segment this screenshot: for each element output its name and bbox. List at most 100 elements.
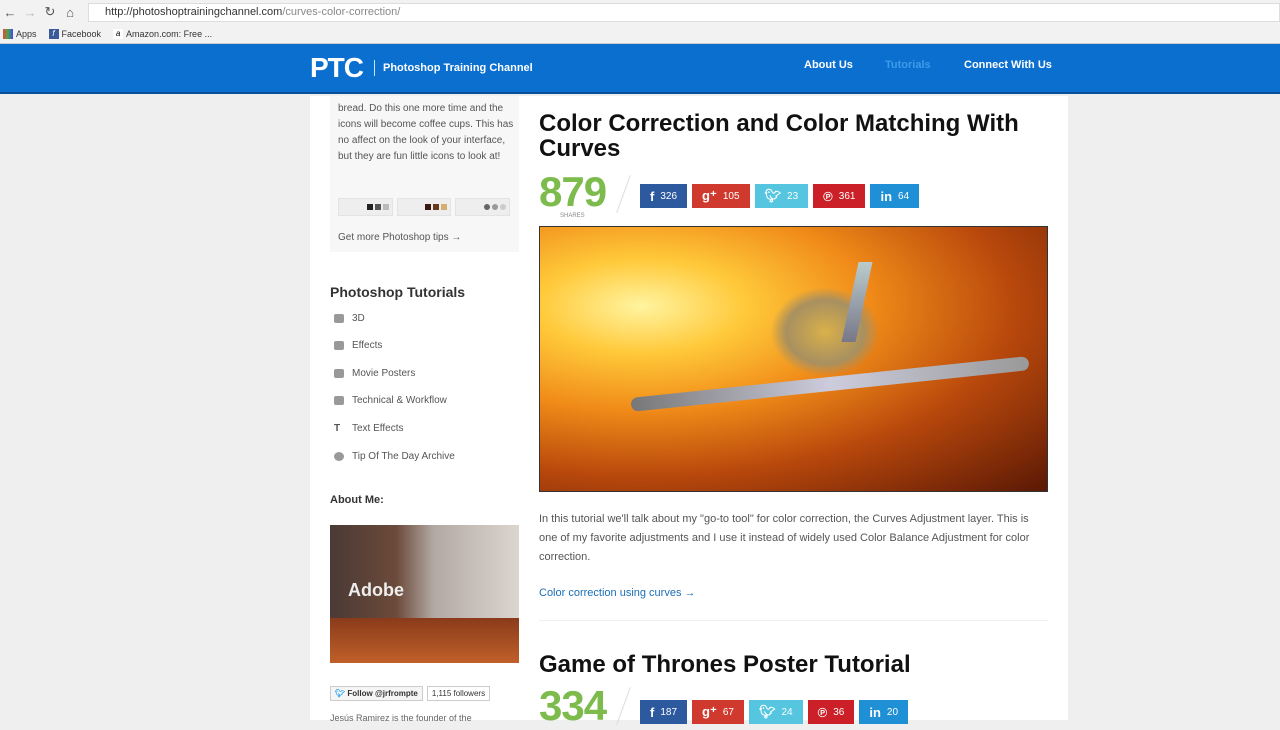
facebook-share-button[interactable]: f 187	[640, 700, 688, 724]
page-content: bread. Do this one more time and the ico…	[310, 96, 1068, 729]
category-label: Movie Posters	[352, 368, 416, 379]
pinterest-icon: ℗	[817, 704, 828, 720]
social-buttons: f 326 g⁺ 105 🐦︎ 23 ℗ 361 in 64	[640, 184, 920, 208]
text-icon: T	[334, 423, 341, 434]
back-icon[interactable]: ←	[0, 5, 20, 20]
facebook-share-button[interactable]: f 326	[640, 184, 688, 208]
author-photo: Adobe	[330, 525, 519, 663]
workflow-icon	[334, 396, 344, 405]
site-tagline: Photoshop Training Channel	[383, 62, 533, 74]
share-count: 879	[539, 168, 607, 215]
share-count: 67	[722, 706, 734, 718]
pinterest-icon: ℗	[823, 188, 833, 204]
share-count: 187	[660, 706, 678, 718]
3d-icon	[334, 314, 344, 323]
facebook-icon: f	[48, 28, 59, 39]
bookmark-apps[interactable]: Apps	[3, 28, 37, 39]
twitter-icon: 🐦︎	[764, 188, 782, 203]
adobe-logo-text: Adobe	[348, 580, 404, 600]
bookmark-label: Apps	[16, 28, 37, 39]
site-header: PTC Photoshop Training Channel About Us …	[0, 44, 1280, 94]
home-icon[interactable]: ⌂	[60, 5, 80, 20]
share-count: 326	[660, 190, 678, 202]
bookmark-label: Facebook	[61, 28, 102, 39]
post-title[interactable]: Game of Thrones Poster Tutorial	[539, 652, 1044, 677]
linkedin-icon: in	[880, 188, 893, 204]
divider	[616, 687, 631, 725]
category-effects[interactable]: Effects	[334, 340, 382, 351]
social-buttons: f 187 g⁺ 67 🐦︎ 24 ℗ 36 in 20	[640, 700, 909, 724]
address-bar[interactable]: http://photoshoptrainingchannel.com/curv…	[88, 3, 1280, 22]
pinterest-share-button[interactable]: ℗ 36	[807, 700, 855, 724]
nav-connect[interactable]: Connect With Us	[964, 59, 1052, 71]
linkedin-icon: in	[869, 704, 881, 720]
category-3d[interactable]: 3D	[334, 313, 365, 324]
author-bio: Jesús Ramirez is the founder of the	[330, 713, 472, 723]
category-label: Text Effects	[352, 423, 404, 434]
twitter-share-button[interactable]: 🐦︎ 23	[754, 184, 809, 208]
about-heading: About Me:	[330, 494, 384, 506]
post-divider	[539, 620, 1048, 621]
twitter-icon: 🐦︎	[758, 704, 776, 719]
twitter-follow-button[interactable]: 🐦︎ Follow @jrfrompte	[330, 686, 423, 701]
google-share-button[interactable]: g⁺ 105	[692, 184, 750, 208]
url-host: http://photoshoptrainingchannel.com	[105, 6, 283, 18]
tip-box: bread. Do this one more time and the ico…	[330, 96, 519, 252]
category-label: Effects	[352, 340, 383, 351]
facebook-icon: f	[650, 704, 655, 720]
share-count: 64	[898, 190, 910, 202]
share-count: 20	[886, 706, 899, 718]
reload-icon[interactable]: ↻	[40, 4, 60, 20]
effects-icon	[334, 341, 344, 350]
twitter-icon: 🐦︎	[335, 689, 346, 698]
tip-text: bread. Do this one more time and the ico…	[338, 103, 514, 162]
twitter-follow: 🐦︎ Follow @jrfrompte 1,115 followers	[330, 686, 491, 701]
linkedin-share-button[interactable]: in 20	[859, 700, 909, 724]
amazon-icon: a	[113, 28, 124, 39]
post-excerpt: In this tutorial we'll talk about my "go…	[539, 513, 1030, 563]
shares-label: SHARES	[560, 213, 585, 219]
share-count: 23	[787, 190, 799, 202]
nav-about-us[interactable]: About Us	[804, 59, 853, 71]
category-text-effects[interactable]: T Text Effects	[334, 423, 404, 434]
google-share-button[interactable]: g⁺ 67	[692, 700, 744, 724]
poster-icon	[334, 369, 344, 378]
url-path: /curves-color-correction/	[282, 6, 401, 18]
nav-tutorials[interactable]: Tutorials	[885, 59, 931, 71]
site-logo[interactable]: PTC	[310, 52, 364, 84]
browser-toolbar: ← → ↻ ⌂ http://photoshoptrainingchannel.…	[0, 0, 1280, 24]
google-plus-icon: g⁺	[702, 188, 717, 203]
category-movie-posters[interactable]: Movie Posters	[334, 368, 415, 379]
post-title[interactable]: Color Correction and Color Matching With…	[539, 111, 1044, 161]
bookmarks-bar: Apps f Facebook a Amazon.com: Free ...	[0, 24, 1280, 44]
follower-count: 1,115 followers	[426, 686, 491, 701]
share-count: 105	[722, 190, 740, 202]
linkedin-share-button[interactable]: in 64	[870, 184, 920, 208]
read-more-link[interactable]: Color correction using curves →	[539, 587, 696, 599]
logo-divider	[374, 60, 375, 76]
google-plus-icon: g⁺	[702, 704, 717, 719]
more-tips-link[interactable]: Get more Photoshop tips →	[338, 232, 461, 243]
pinterest-share-button[interactable]: ℗ 361	[813, 184, 866, 208]
bulb-icon	[334, 452, 344, 461]
tip-image	[338, 198, 511, 216]
share-count: 24	[781, 706, 793, 718]
follow-label: Follow @jrfrompte	[347, 689, 418, 698]
bookmark-label: Amazon.com: Free ...	[126, 28, 213, 39]
twitter-share-button[interactable]: 🐦︎ 24	[748, 700, 803, 724]
category-tip-archive[interactable]: Tip Of The Day Archive	[334, 451, 455, 462]
category-label: Technical & Workflow	[352, 395, 447, 406]
divider	[616, 175, 631, 213]
bookmark-facebook[interactable]: f Facebook	[48, 28, 102, 39]
category-technical[interactable]: Technical & Workflow	[334, 395, 447, 406]
category-label: Tip Of The Day Archive	[352, 451, 455, 462]
apps-icon	[3, 28, 13, 39]
share-count: 36	[833, 706, 845, 718]
share-count: 361	[838, 190, 856, 202]
forward-icon[interactable]: →	[20, 5, 40, 20]
bookmark-amazon[interactable]: a Amazon.com: Free ...	[113, 28, 213, 39]
post-featured-image[interactable]	[539, 226, 1048, 492]
category-label: 3D	[352, 313, 365, 324]
share-count: 334	[539, 682, 607, 729]
tutorials-heading: Photoshop Tutorials	[330, 284, 466, 300]
